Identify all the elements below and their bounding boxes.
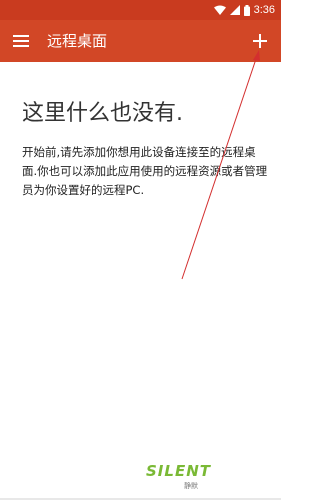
wifi-icon: [213, 5, 226, 15]
toolbar-title: 远程桌面: [47, 32, 108, 50]
status-time: 3:36: [253, 4, 275, 16]
empty-state-title: 这里什么也没有.: [22, 101, 183, 126]
add-button[interactable]: [247, 28, 273, 54]
plus-icon: [253, 34, 267, 48]
status-icons: 3:36: [213, 2, 275, 18]
watermark-brand: SILENT: [146, 462, 211, 480]
app-toolbar: 远程桌面: [0, 20, 281, 62]
annotation-arrow: [181, 50, 260, 280]
watermark-logo: SILENT 静默: [140, 460, 220, 498]
watermark-sub: 静默: [184, 482, 198, 490]
menu-icon[interactable]: [12, 32, 30, 50]
status-bar: 3:36: [0, 0, 281, 20]
empty-state-description: 开始前,请先添加你想用此设备连接至的远程桌面.你也可以添加此应用使用的远程资源或…: [22, 145, 268, 197]
signal-icon: [229, 5, 240, 15]
battery-icon: [243, 4, 250, 16]
